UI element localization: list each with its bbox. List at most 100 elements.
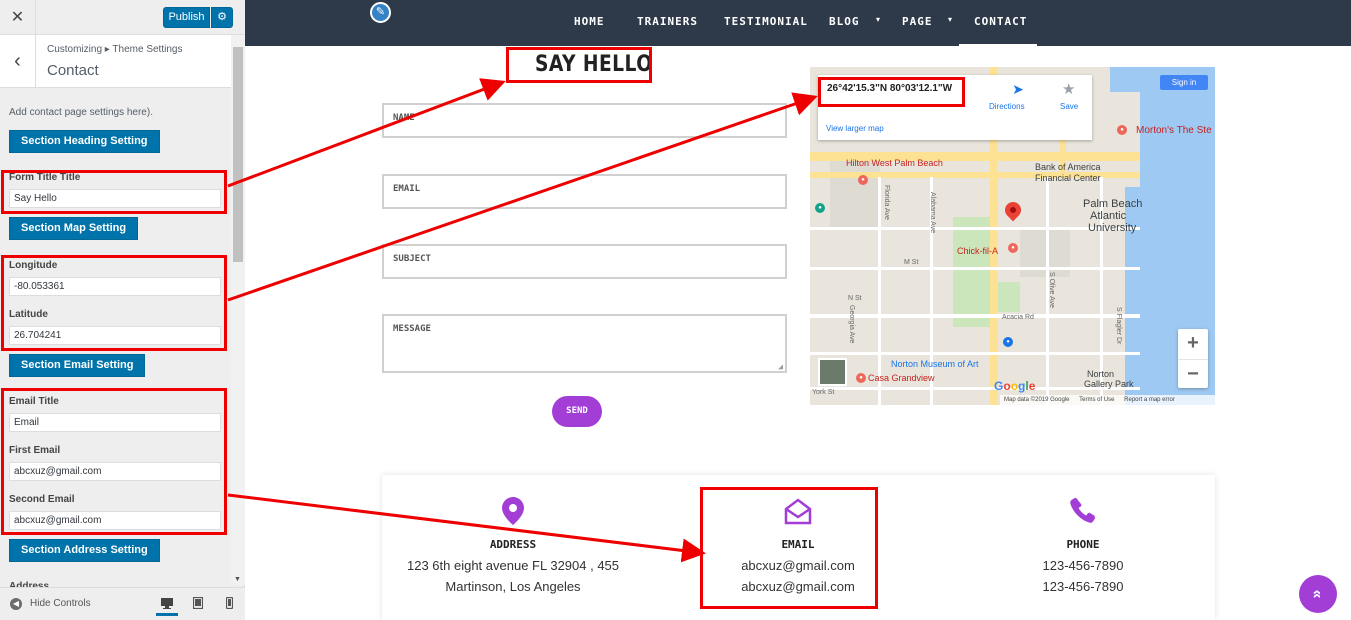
phone-line-1[interactable]: 123-456-7890 — [953, 558, 1213, 573]
scroll-down-arrow-icon[interactable]: ▼ — [234, 576, 241, 583]
breadcrumb: Customizing ▸ Theme Settings — [47, 44, 183, 55]
zoom-out-button[interactable]: − — [1178, 359, 1208, 388]
map-street — [810, 352, 1140, 355]
map-sign-in-button[interactable]: Sign in — [1160, 75, 1208, 90]
map-label-florida: Florida Ave — [883, 185, 890, 220]
edit-shortcut-pencil-icon[interactable]: ✎ — [370, 2, 391, 23]
restaurant-poi-icon[interactable]: ● — [1008, 243, 1018, 253]
zoom-in-button[interactable]: + — [1178, 329, 1208, 358]
map-label-york: York St — [812, 389, 835, 396]
subject-field[interactable]: SUBJECT — [382, 244, 787, 279]
terms-of-use-link[interactable]: Terms of Use — [1079, 397, 1114, 403]
nav-item-contact[interactable]: CONTACT — [974, 15, 1027, 28]
address-title: ADDRESS — [489, 538, 537, 551]
scroll-to-top-button[interactable]: » — [1299, 575, 1337, 613]
tablet-preview-icon[interactable] — [187, 594, 209, 616]
phone-icon — [1068, 497, 1098, 527]
message-placeholder: MESSAGE — [393, 324, 431, 334]
view-larger-map-link[interactable]: View larger map — [826, 124, 884, 133]
map-label-n-st: N St — [848, 295, 862, 302]
street-view-thumbnail[interactable] — [818, 358, 847, 386]
map-attribution: Map data ©2019 Google Terms of Use Repor… — [1000, 395, 1215, 405]
annotation-box-email-info — [700, 487, 878, 609]
section-heading-setting-button[interactable]: Section Heading Setting — [9, 130, 160, 153]
google-map[interactable]: Morton's The Ste Hilton West Palm Beach … — [810, 67, 1215, 405]
section-address-setting-button[interactable]: Section Address Setting — [9, 539, 160, 562]
map-label-norton-gallery1: Norton — [1087, 369, 1115, 379]
back-button[interactable]: ‹ — [0, 35, 36, 88]
nav-item-blog[interactable]: BLOG — [829, 15, 860, 28]
map-park — [995, 282, 1020, 312]
save-link[interactable]: Save — [1060, 102, 1078, 111]
address-line-1: 123 6th eight avenue FL 32904 , 455 — [406, 558, 620, 573]
map-label-acacia: Acacia Rd — [1002, 314, 1034, 321]
phone-line-2[interactable]: 123-456-7890 — [953, 579, 1213, 594]
map-data-credit: Map data ©2019 Google — [1004, 397, 1070, 403]
site-navbar: ✎ HOME TRAINERS TESTIMONIAL BLOG ▾ PAGE … — [245, 0, 1351, 46]
map-street — [810, 314, 1140, 318]
map-label-georgia: Georgia Ave — [848, 305, 855, 344]
annotation-box-say-hello — [506, 47, 652, 83]
nav-item-testimonial[interactable]: TESTIMONIAL — [724, 15, 808, 28]
nav-item-page[interactable]: PAGE — [902, 15, 933, 28]
map-pin-icon — [498, 497, 528, 527]
restaurant-poi-icon[interactable]: ● — [1117, 125, 1127, 135]
map-street — [810, 267, 1140, 270]
map-label-norton-gallery2: Gallery Park — [1084, 379, 1134, 389]
map-marker-dot — [1010, 207, 1016, 213]
report-map-error-link[interactable]: Report a map error — [1124, 397, 1175, 403]
google-logo: Google — [994, 379, 1036, 393]
send-button[interactable]: SEND — [552, 396, 602, 427]
blog-dropdown-icon[interactable]: ▾ — [876, 15, 880, 24]
hotel-poi-icon[interactable]: ● — [856, 373, 866, 383]
section-map-setting-button[interactable]: Section Map Setting — [9, 217, 139, 240]
mobile-preview-icon[interactable] — [218, 594, 240, 616]
close-icon[interactable]: ✕ — [0, 0, 36, 35]
museum-poi-icon[interactable]: ● — [1003, 337, 1013, 347]
place-poi-icon[interactable]: ● — [815, 203, 825, 213]
section-description: Add contact page settings here). — [9, 107, 153, 118]
page-dropdown-icon[interactable]: ▾ — [948, 15, 952, 24]
section-email-setting-button[interactable]: Section Email Setting — [9, 354, 146, 377]
map-zoom-control: + − — [1178, 329, 1208, 388]
directions-link[interactable]: Directions — [989, 102, 1025, 111]
section-header: ‹ Customizing ▸ Theme Settings Contact — [0, 35, 231, 88]
nav-item-home[interactable]: HOME — [574, 15, 605, 28]
desktop-preview-icon[interactable] — [156, 594, 178, 616]
name-field[interactable]: NAME — [382, 103, 787, 138]
email-field[interactable]: EMAIL — [382, 174, 787, 209]
map-label-bank: Bank of America — [1035, 162, 1101, 172]
customizer-topbar: ✕ Publish ⚙ — [0, 0, 245, 35]
resize-grip-icon[interactable]: ◢ — [778, 362, 783, 371]
map-label-bank2: Financial Center — [1035, 173, 1101, 183]
hide-controls-button[interactable]: Hide Controls — [30, 598, 91, 609]
section-title: Contact — [47, 62, 99, 79]
hide-controls-icon[interactable]: ◀ — [10, 598, 22, 610]
star-icon[interactable]: ★ — [1062, 80, 1075, 98]
map-label-chick: Chick-fil-A — [957, 246, 999, 256]
annotation-box-map-coords — [1, 255, 227, 351]
map-label-mortons: Morton's The Ste — [1136, 125, 1212, 136]
map-street — [878, 177, 881, 405]
map-label-pba3: University — [1088, 222, 1137, 234]
map-label-olive: S Olive Ave — [1048, 272, 1055, 309]
annotation-box-coordinates — [818, 77, 965, 107]
customizer-footer: ◀ Hide Controls — [0, 587, 245, 620]
annotation-box-form-title — [1, 170, 227, 214]
map-water — [1125, 187, 1155, 405]
address-line-2: Martinson, Los Angeles — [445, 579, 581, 594]
publish-button[interactable]: Publish — [163, 7, 210, 28]
gear-icon[interactable]: ⚙ — [211, 7, 233, 28]
phone-title: PHONE — [1066, 538, 1100, 551]
map-label-m-st: M St — [904, 259, 919, 266]
active-nav-underline — [959, 44, 1037, 46]
annotation-box-email-settings — [1, 388, 227, 535]
customizer-scrollbar[interactable]: ▼ — [231, 35, 245, 585]
map-label-hilton: Hilton West Palm Beach — [846, 158, 943, 168]
scrollbar-thumb[interactable] — [233, 47, 243, 262]
message-field[interactable]: MESSAGE ◢ — [382, 314, 787, 373]
directions-icon[interactable]: ➤ — [1010, 81, 1026, 97]
hotel-poi-icon[interactable]: ● — [858, 175, 868, 185]
nav-item-trainers[interactable]: TRAINERS — [637, 15, 698, 28]
map-label-norton: Norton Museum of Art — [891, 359, 979, 369]
